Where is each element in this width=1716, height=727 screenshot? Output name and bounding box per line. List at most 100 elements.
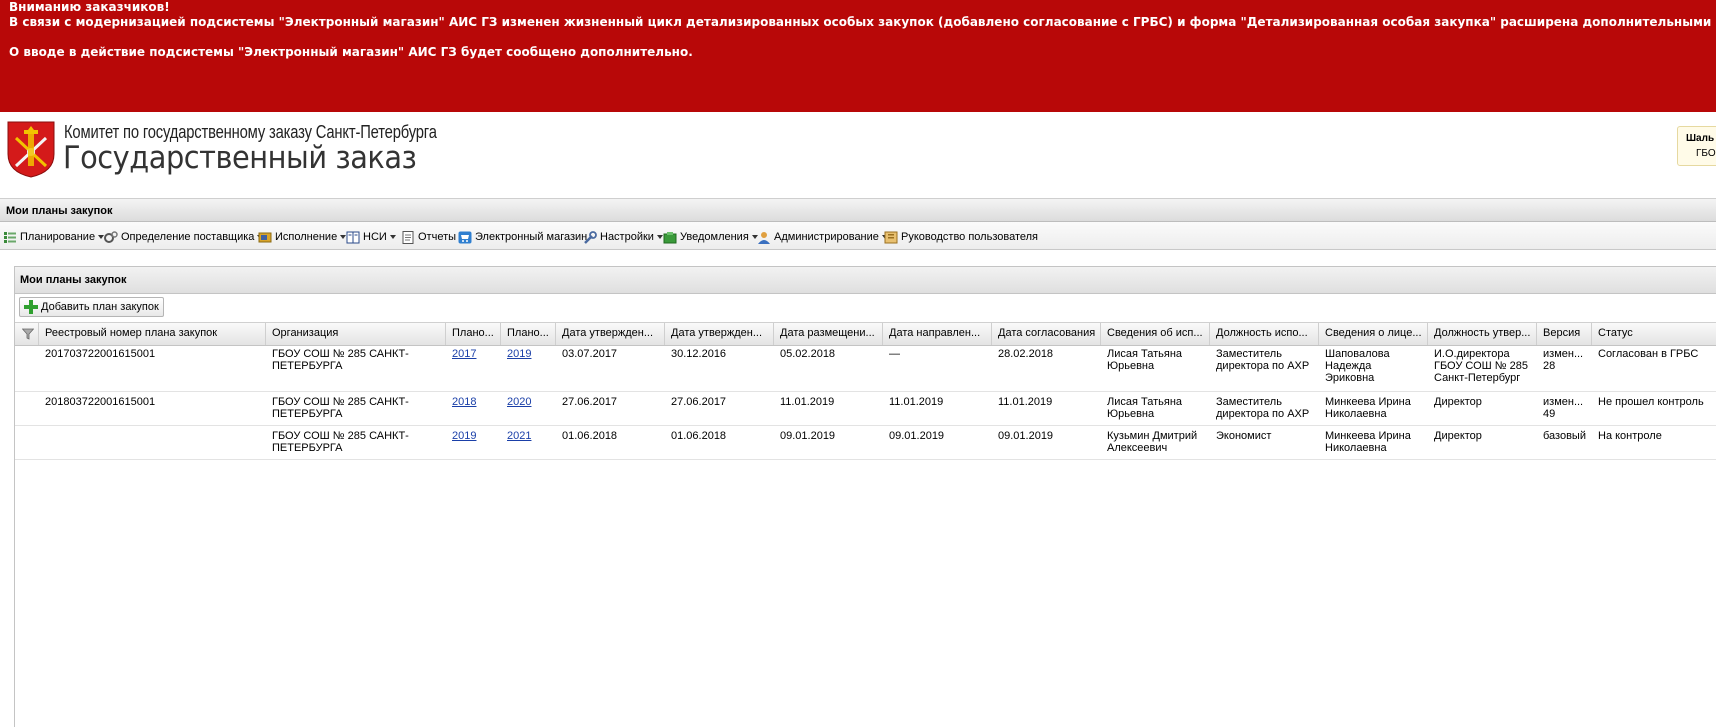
menu-label: Администрирование: [774, 231, 879, 243]
menu-label: Электронный магазин: [475, 231, 588, 243]
column-header-plan-year-to[interactable]: Плано...: [501, 323, 556, 345]
status-cell: На контроле: [1598, 430, 1662, 442]
approval-date-cell: 03.07.2017: [562, 348, 618, 360]
column-header-approval-date[interactable]: Дата утвержден...: [556, 323, 665, 345]
spb-emblem-logo[interactable]: [6, 120, 56, 178]
banner-notice: О вводе в действие подсистемы "Электронн…: [9, 45, 693, 59]
menu-item-reports[interactable]: Отчеты: [401, 229, 456, 245]
plan-year-to-link[interactable]: 2021: [507, 430, 531, 442]
chevron-down-icon: [389, 235, 396, 239]
placement-date-cell: 11.01.2019: [780, 396, 835, 408]
banner-message: В связи с модернизацией подсистемы "Элек…: [9, 15, 1712, 29]
executor-info-cell: Лисая Татьяна Юрьевна: [1107, 348, 1183, 372]
menu-item-planning[interactable]: Планирование: [3, 229, 105, 245]
registry-number-cell: 201703722001615001: [45, 348, 156, 360]
menu-item-manual[interactable]: Руководство пользователя: [884, 229, 1038, 245]
placement-date-cell: 05.02.2018: [780, 348, 836, 360]
approval-date-cell: 01.06.2018: [562, 430, 618, 442]
column-header-organization[interactable]: Организация: [266, 323, 446, 345]
plan-year-to-link[interactable]: 2019: [507, 348, 531, 360]
menu-label: НСИ: [363, 231, 387, 243]
plan-year-from-link[interactable]: 2017: [452, 348, 476, 360]
filter-icon: [21, 328, 35, 340]
page-title: Мои планы закупок: [6, 205, 113, 217]
approval-date-2-cell: 27.06.2017: [671, 396, 727, 408]
menu-item-eshop[interactable]: Электронный магазин: [458, 229, 587, 245]
approval-date-2-cell: 30.12.2016: [671, 348, 727, 360]
approver-info-cell: Шаповалова Надежда Эриковна: [1325, 348, 1390, 384]
header-title: Государственный заказ: [63, 140, 417, 176]
panel-title: Мои планы закупок: [20, 274, 127, 286]
plan-year-from-link[interactable]: 2018: [452, 396, 476, 408]
organization-cell: ГБОУ СОШ № 285 САНКТ-ПЕТЕРБУРГА: [272, 348, 409, 372]
approver-position-cell: И.О.директора ГБОУ СОШ № 285 Санкт-Петер…: [1434, 348, 1529, 384]
procurement-plans-panel: Мои планы закупок Добавить план закупок …: [14, 266, 1716, 727]
sent-date-cell: 09.01.2019: [889, 430, 945, 442]
table-row[interactable]: 201803722001615001 ГБОУ СОШ № 285 САНКТ-…: [15, 392, 1716, 426]
sent-date-cell: —: [889, 348, 900, 360]
user-icon: [758, 231, 770, 244]
site-header: Комитет по государственному заказу Санкт…: [0, 112, 1716, 198]
menu-item-admin[interactable]: Администрирование: [757, 229, 888, 245]
menu-label: Уведомления: [680, 231, 749, 243]
add-plan-button[interactable]: Добавить план закупок: [19, 297, 164, 317]
registry-number-cell: 201803722001615001: [45, 396, 156, 408]
approver-position-cell: Директор: [1434, 396, 1482, 408]
status-cell: Не прошел контроль: [1598, 396, 1704, 408]
executor-position-cell: Заместитель директора по АХР: [1216, 396, 1310, 420]
version-cell: измен... 28: [1543, 348, 1584, 372]
column-header-sent-date[interactable]: Дата направлен...: [883, 323, 992, 345]
banner-heading: Вниманию заказчиков!: [9, 0, 170, 14]
column-header-version[interactable]: Версия: [1537, 323, 1592, 345]
main-menu: Планирование Определение поставщика Испо…: [0, 222, 1716, 250]
book-icon: [346, 231, 360, 243]
column-header-plan-year-from[interactable]: Плано...: [446, 323, 501, 345]
approver-position-cell: Директор: [1434, 430, 1482, 442]
column-header-placement-date[interactable]: Дата размещени...: [774, 323, 883, 345]
column-header-executor-info[interactable]: Сведения об исп...: [1101, 323, 1210, 345]
executor-position-cell: Заместитель директора по АХР: [1216, 348, 1310, 372]
executor-info-cell: Лисая Татьяна Юрьевна: [1107, 396, 1183, 420]
executor-info-cell: Кузьмин Дмитрий Алексеевич: [1107, 430, 1198, 454]
user-info-box[interactable]: Шаль ГБО: [1677, 126, 1716, 166]
column-header-status[interactable]: Статус: [1592, 323, 1716, 345]
menu-item-settings[interactable]: Настройки: [583, 229, 663, 245]
organization-cell: ГБОУ СОШ № 285 САНКТ-ПЕТЕРБУРГА: [272, 396, 409, 420]
notification-icon: [663, 231, 677, 243]
menu-item-execution[interactable]: Исполнение: [258, 229, 347, 245]
user-org: ГБО: [1696, 148, 1716, 159]
menu-item-supplier[interactable]: Определение поставщика: [104, 229, 264, 245]
filter-column-header[interactable]: [15, 323, 39, 345]
table-row[interactable]: 201703722001615001 ГБОУ СОШ № 285 САНКТ-…: [15, 344, 1716, 392]
menu-label: Исполнение: [275, 231, 338, 243]
menu-item-notifications[interactable]: Уведомления: [663, 229, 758, 245]
column-header-agreement-date[interactable]: Дата согласования: [992, 323, 1101, 345]
page-title-bar: Мои планы закупок: [0, 198, 1716, 222]
column-header-approval-date-2[interactable]: Дата утвержден...: [665, 323, 774, 345]
agreement-date-cell: 09.01.2019: [998, 430, 1054, 442]
menu-label: Планирование: [20, 231, 96, 243]
version-cell: базовый: [1543, 430, 1586, 442]
wrench-icon: [584, 230, 597, 244]
warning-banner: Вниманию заказчиков! В связи с модерниза…: [0, 0, 1716, 112]
report-icon: [402, 230, 414, 244]
organization-cell: ГБОУ СОШ № 285 САНКТ-ПЕТЕРБУРГА: [272, 430, 409, 454]
agreement-date-cell: 11.01.2019: [998, 396, 1053, 408]
approver-info-cell: Минкеева Ирина Николаевна: [1325, 430, 1411, 454]
menu-label: Руководство пользователя: [901, 231, 1038, 243]
user-name: Шаль: [1686, 133, 1715, 144]
menu-label: Определение поставщика: [121, 231, 255, 243]
table-row[interactable]: ГБОУ СОШ № 285 САНКТ-ПЕТЕРБУРГА 2019 202…: [15, 426, 1716, 460]
column-header-approver-position[interactable]: Должность утвер...: [1428, 323, 1537, 345]
agreement-date-cell: 28.02.2018: [998, 348, 1054, 360]
column-header-registry-number[interactable]: Реестровый номер плана закупок: [39, 323, 266, 345]
column-header-executor-position[interactable]: Должность испо...: [1210, 323, 1319, 345]
cart-icon: [458, 231, 472, 243]
menu-item-nsi[interactable]: НСИ: [346, 229, 396, 245]
sent-date-cell: 11.01.2019: [889, 396, 944, 408]
planning-icon: [4, 231, 16, 243]
column-header-approver-info[interactable]: Сведения о лице...: [1319, 323, 1428, 345]
approval-date-cell: 27.06.2017: [562, 396, 618, 408]
plan-year-from-link[interactable]: 2019: [452, 430, 476, 442]
plan-year-to-link[interactable]: 2020: [507, 396, 531, 408]
